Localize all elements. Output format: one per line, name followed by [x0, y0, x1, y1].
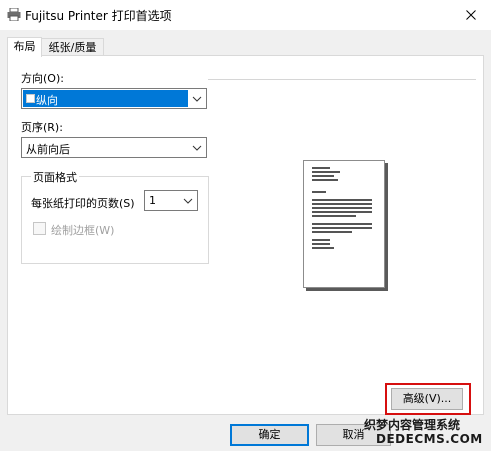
close-button[interactable] — [451, 0, 491, 30]
tab-layout-label: 布局 — [13, 40, 36, 53]
portrait-page-icon — [26, 94, 35, 103]
page-order-select[interactable]: 从前向后 — [21, 137, 207, 158]
orientation-select[interactable]: 纵向 — [21, 88, 207, 109]
page-format-title: 页面格式 — [31, 169, 79, 185]
page-preview — [303, 160, 385, 288]
draw-borders-checkbox[interactable] — [33, 222, 46, 235]
watermark-line2: DEDECMS.COM — [376, 432, 483, 446]
page-format-group: 页面格式 每张纸打印的页数(S) 1 绘制边框(W) — [21, 169, 209, 264]
pages-per-sheet-select[interactable]: 1 — [144, 190, 198, 211]
chevron-down-icon — [192, 145, 202, 151]
title-bar: Fujitsu Printer 打印首选项 — [0, 0, 491, 30]
layout-tab-panel: 方向(O): 纵向 页序(R): 从前向后 页面格式 每张纸打印的页数(S) 1… — [7, 55, 484, 415]
tab-layout[interactable]: 布局 — [7, 37, 42, 57]
page-order-label: 页序(R): — [21, 121, 63, 134]
red-highlight-box — [385, 383, 471, 415]
page-order-value: 从前向后 — [26, 143, 70, 156]
tab-paper-quality-label: 纸张/质量 — [48, 41, 97, 54]
preview-separator — [208, 79, 476, 80]
watermark-line1: 织梦内容管理系统 — [364, 418, 461, 432]
window-title: Fujitsu Printer 打印首选项 — [25, 9, 172, 23]
ok-button[interactable]: 确定 — [230, 424, 309, 446]
tab-paper-quality[interactable]: 纸张/质量 — [41, 38, 104, 56]
chevron-down-icon — [192, 96, 202, 102]
cancel-button-label: 取消 — [342, 428, 365, 441]
draw-borders-label: 绘制边框(W) — [51, 224, 115, 237]
pages-per-sheet-label: 每张纸打印的页数(S) — [31, 197, 135, 210]
close-icon — [466, 10, 476, 20]
ok-button-label: 确定 — [258, 428, 281, 441]
pages-per-sheet-value: 1 — [149, 194, 156, 207]
printer-icon — [7, 8, 21, 21]
orientation-value: 纵向 — [36, 94, 58, 107]
chevron-down-icon — [183, 198, 193, 204]
orientation-label: 方向(O): — [21, 72, 64, 85]
